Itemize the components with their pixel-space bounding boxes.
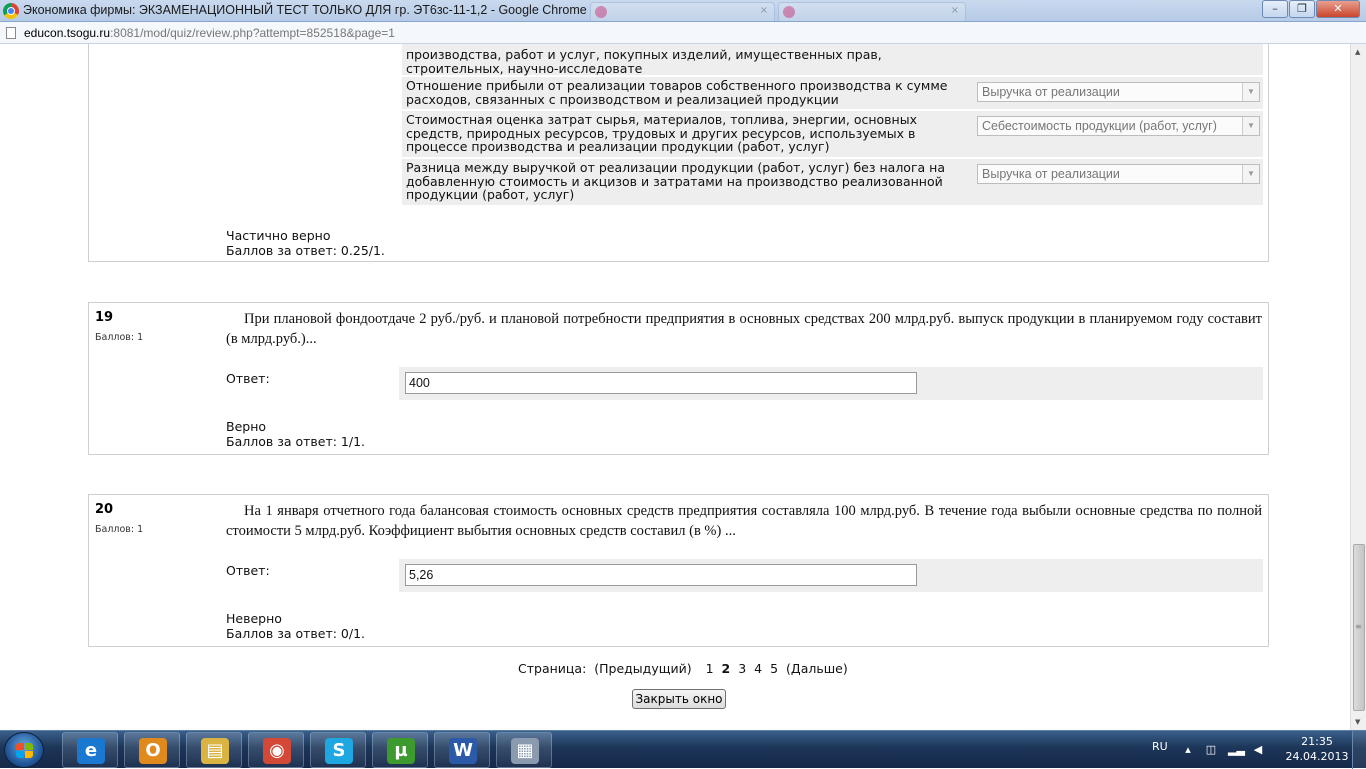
tray-arrow-icon[interactable]: ▴ — [1181, 743, 1195, 757]
close-window-page-button[interactable]: Закрыть окно — [632, 689, 726, 709]
background-tab-2[interactable]: × — [778, 2, 966, 21]
page-current-2: 2 — [721, 661, 731, 676]
score-text: Баллов за ответ: 0/1. — [226, 626, 366, 641]
answer-row: 5,26 — [399, 559, 1263, 592]
result-text: Неверно — [226, 611, 282, 626]
score-text: Баллов за ответ: 1/1. — [226, 434, 366, 449]
question-text: При плановой фондоотдаче 2 руб./руб. и п… — [226, 311, 1262, 347]
match-row-partial: производства, работ и услуг, покупных из… — [402, 44, 1263, 77]
match-row: Отношение прибыли от реализации товаров … — [402, 77, 1263, 111]
match-text: Отношение прибыли от реализации товаров … — [406, 78, 948, 107]
select-value: Себестоимость продукции (работ, услуг) — [982, 119, 1217, 133]
tab-favicon-icon — [783, 6, 795, 18]
question-grade: Баллов: 1 — [95, 524, 144, 535]
window-controls: – ❐ ✕ — [1261, 0, 1360, 18]
answer-field[interactable]: 5,26 — [405, 564, 917, 586]
page-link-5[interactable]: 5 — [770, 661, 778, 676]
match-text: Разница между выручкой от реализации про… — [406, 160, 945, 202]
chevron-down-icon: ▼ — [1242, 117, 1259, 135]
chevron-down-icon: ▼ — [1242, 83, 1259, 101]
url-text[interactable]: educon.tsogu.ru:8081/mod/quiz/review.php… — [24, 26, 395, 40]
tab-close-icon[interactable]: × — [760, 5, 768, 16]
match-text: Стоимостная оценка затрат сырья, материа… — [406, 112, 917, 154]
system-tray: RU ▴ ◫ ▂▃ ◀ 21:35 24.04.2013 — [0, 731, 1366, 769]
taskbar: e O ▤ ◉ Sµ W ▦ RU ▴ ◫ ▂▃ ◀ 21:35 24.04.2013 — [0, 730, 1366, 769]
address-bar[interactable]: educon.tsogu.ru:8081/mod/quiz/review.php… — [0, 22, 1366, 44]
scroll-up-icon[interactable]: ▲ — [1355, 48, 1360, 56]
network-alert-icon[interactable]: ◫ — [1204, 743, 1218, 757]
question-19-card: 19 Баллов: 1 При плановой фондоотдаче 2 … — [88, 302, 1269, 455]
score-text: Баллов за ответ: 0.25/1. — [226, 243, 385, 258]
close-window-button[interactable]: ✕ — [1316, 0, 1360, 18]
answer-row: 400 — [399, 367, 1263, 400]
answer-field[interactable]: 400 — [405, 372, 917, 394]
previous-page-link[interactable]: (Предыдущий) — [594, 661, 691, 676]
clock-date: 24.04.2013 — [1285, 750, 1349, 763]
match-select[interactable]: Себестоимость продукции (работ, услуг) ▼ — [977, 116, 1260, 136]
question-number: 20 — [95, 502, 114, 517]
clock[interactable]: 21:35 24.04.2013 — [1283, 734, 1351, 764]
match-row: Стоимостная оценка затрат сырья, материа… — [402, 111, 1263, 159]
pagination: Страница: (Предыдущий) 1 2 3 4 5 (Дальше… — [518, 661, 852, 676]
match-row: Разница между выручкой от реализации про… — [402, 159, 1263, 207]
scroll-grip-icon: ≡ — [1355, 622, 1362, 631]
question-20-card: 20 Баллов: 1 На 1 января отчетного года … — [88, 494, 1269, 647]
question-grade: Баллов: 1 — [95, 332, 144, 343]
select-value: Выручка от реализации — [982, 85, 1120, 99]
tab-close-icon[interactable]: × — [951, 5, 959, 16]
tab-favicon-icon — [595, 6, 607, 18]
url-host: educon.tsogu.ru — [24, 26, 111, 40]
page-link-1[interactable]: 1 — [706, 661, 714, 676]
answer-label: Ответ: — [226, 563, 270, 578]
match-text: производства, работ и услуг, покупных из… — [406, 47, 882, 76]
background-tab-1[interactable]: × — [590, 2, 775, 21]
clock-time: 21:35 — [1301, 735, 1333, 748]
result-text: Частично верно — [226, 228, 331, 243]
pagination-label: Страница: — [518, 661, 587, 676]
window-title: Экономика фирмы: ЭКЗАМЕНАЦИОННЫЙ ТЕСТ ТО… — [23, 3, 587, 17]
result-text: Верно — [226, 419, 267, 434]
match-select[interactable]: Выручка от реализации ▼ — [977, 164, 1260, 184]
signal-icon[interactable]: ▂▃ — [1228, 743, 1245, 757]
match-select[interactable]: Выручка от реализации ▼ — [977, 82, 1260, 102]
page-link-4[interactable]: 4 — [754, 661, 762, 676]
chrome-logo-icon — [3, 3, 19, 19]
question-feedback: Верно Баллов за ответ: 1/1. — [226, 419, 365, 449]
scroll-down-icon[interactable]: ▼ — [1355, 718, 1360, 726]
answer-label: Ответ: — [226, 371, 270, 386]
restore-button[interactable]: ❐ — [1289, 0, 1315, 18]
vertical-scrollbar[interactable]: ▲ ≡ ▼ — [1350, 44, 1366, 730]
question-feedback: Частично верно Баллов за ответ: 0.25/1. — [226, 228, 385, 258]
show-desktop-button[interactable] — [1352, 731, 1366, 769]
chevron-down-icon: ▼ — [1242, 165, 1259, 183]
url-path: :8081/mod/quiz/review.php?attempt=852518… — [110, 26, 395, 40]
window-titlebar: Экономика фирмы: ЭКЗАМЕНАЦИОННЫЙ ТЕСТ ТО… — [0, 0, 1366, 22]
question-number: 19 — [95, 310, 114, 325]
page-link-3[interactable]: 3 — [738, 661, 746, 676]
volume-icon[interactable]: ◀ — [1251, 743, 1265, 757]
question-feedback: Неверно Баллов за ответ: 0/1. — [226, 611, 365, 641]
select-value: Выручка от реализации — [982, 167, 1120, 181]
page-icon — [6, 27, 16, 39]
language-indicator[interactable]: RU — [1152, 740, 1168, 753]
question-18-card: производства, работ и услуг, покупных из… — [88, 44, 1269, 262]
next-page-link[interactable]: (Дальше) — [786, 661, 848, 676]
page-content: производства, работ и услуг, покупных из… — [0, 44, 1350, 730]
question-text: На 1 января отчетного года балансовая ст… — [226, 503, 1262, 539]
minimize-button[interactable]: – — [1262, 0, 1288, 18]
